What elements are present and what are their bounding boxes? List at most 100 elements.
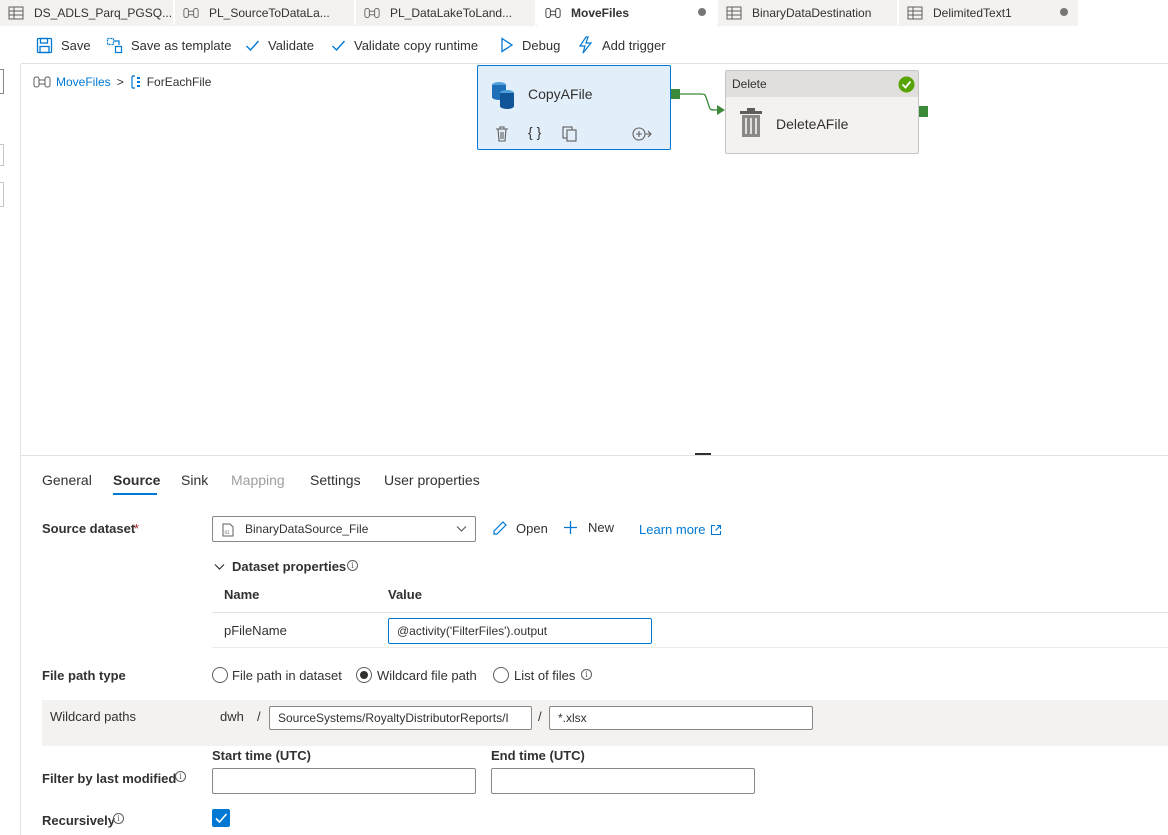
debug-button[interactable]: Debug bbox=[500, 33, 560, 57]
radio-list-of-files[interactable] bbox=[493, 667, 509, 683]
tab-label: DS_ADLS_Parq_PGSQ... bbox=[34, 6, 173, 20]
learn-more-link[interactable]: Learn more bbox=[639, 522, 722, 537]
unsaved-indicator bbox=[1060, 8, 1068, 16]
breadcrumb: MoveFiles > ForEachFile bbox=[33, 73, 211, 91]
new-label: New bbox=[588, 520, 615, 535]
tab-general[interactable]: General bbox=[42, 472, 92, 488]
open-label: Open bbox=[516, 520, 548, 536]
info-icon[interactable]: i bbox=[347, 560, 358, 571]
tab-user-properties[interactable]: User properties bbox=[384, 472, 480, 488]
recursively-checkbox[interactable] bbox=[212, 809, 230, 827]
save-icon bbox=[36, 37, 53, 53]
end-time-label: End time (UTC) bbox=[491, 748, 585, 763]
start-time-input[interactable] bbox=[212, 768, 476, 794]
tab-ds-adls-parq[interactable]: DS_ADLS_Parq_PGSQ... bbox=[0, 0, 174, 26]
delete-activity-name: DeleteAFile bbox=[776, 116, 849, 132]
toolbar-divider bbox=[21, 63, 1168, 64]
tab-label: MoveFiles bbox=[571, 6, 630, 20]
source-dataset-select[interactable]: 01 BinaryDataSource_File bbox=[212, 516, 476, 542]
source-dataset-value: BinaryDataSource_File bbox=[245, 522, 369, 536]
factory-resources-panel-collapsed bbox=[0, 64, 21, 835]
required-mark: * bbox=[134, 521, 140, 536]
radio-file-path-in-dataset[interactable] bbox=[212, 667, 228, 683]
trash-icon bbox=[740, 108, 762, 137]
validate-copy-runtime-label: Validate copy runtime bbox=[354, 37, 479, 53]
table-divider bbox=[212, 647, 1168, 648]
tab-binarydatadestination[interactable]: BinaryDataDestination bbox=[718, 0, 898, 26]
panel-handle[interactable] bbox=[0, 69, 4, 94]
panel-handle[interactable] bbox=[0, 182, 4, 207]
info-icon[interactable]: i bbox=[175, 771, 186, 782]
start-time-label: Start time (UTC) bbox=[212, 748, 311, 763]
plus-icon bbox=[564, 521, 577, 534]
tab-movefiles[interactable]: MoveFiles bbox=[537, 0, 717, 26]
breadcrumb-pipeline-link[interactable]: MoveFiles bbox=[56, 75, 111, 89]
tab-pl-source-to-datalake[interactable]: PL_SourceToDataLa... bbox=[175, 0, 355, 26]
wildcard-folder-input[interactable]: SourceSystems/RoyaltyDistributorReports/… bbox=[269, 706, 532, 730]
pipeline-icon bbox=[364, 8, 380, 18]
foreach-icon bbox=[131, 75, 140, 89]
code-icon[interactable]: { } bbox=[528, 124, 541, 140]
save-button[interactable]: Save bbox=[36, 33, 91, 57]
tab-bar: DS_ADLS_Parq_PGSQ... PL_SourceToDataLa..… bbox=[0, 0, 1168, 26]
copy-activity-name: CopyAFile bbox=[528, 86, 593, 102]
success-connector[interactable] bbox=[679, 88, 727, 118]
pencil-icon bbox=[493, 521, 507, 535]
delete-activity-node[interactable]: Delete DeleteAFile bbox=[725, 70, 919, 154]
file-path-type-label: File path type bbox=[42, 668, 126, 683]
new-dataset-button[interactable]: New bbox=[563, 520, 614, 535]
save-as-template-button[interactable]: Save as template bbox=[106, 33, 231, 57]
wildcard-file-path-label: Wildcard file path bbox=[377, 668, 477, 683]
delete-icon[interactable] bbox=[495, 126, 509, 142]
parameter-value-input[interactable]: @activity('FilterFiles').output bbox=[388, 618, 652, 644]
source-dataset-label: Source dataset bbox=[42, 521, 136, 536]
end-time-input[interactable] bbox=[491, 768, 755, 794]
tab-delimitedtext1[interactable]: DelimitedText1 bbox=[899, 0, 1079, 26]
copy-activity-node[interactable]: CopyAFile { } bbox=[477, 65, 671, 150]
lightning-icon bbox=[578, 36, 593, 54]
active-tab-indicator bbox=[113, 493, 157, 495]
validate-label: Validate bbox=[268, 37, 315, 53]
parameter-name: pFileName bbox=[224, 623, 287, 638]
template-icon bbox=[106, 37, 123, 53]
validate-button[interactable]: Validate bbox=[245, 33, 314, 57]
pipeline-icon bbox=[545, 8, 561, 18]
binary-file-icon: 01 bbox=[222, 523, 234, 537]
pipeline-icon bbox=[183, 8, 199, 18]
tab-mapping: Mapping bbox=[231, 472, 285, 488]
copy-data-icon bbox=[492, 82, 514, 109]
tab-label: BinaryDataDestination bbox=[752, 6, 872, 20]
checkmark-icon bbox=[215, 813, 228, 824]
wildcard-container: dwh bbox=[220, 709, 244, 724]
validate-copy-runtime-button[interactable]: Validate copy runtime bbox=[331, 33, 478, 57]
wildcard-paths-label: Wildcard paths bbox=[50, 709, 136, 724]
info-icon[interactable]: i bbox=[581, 669, 592, 680]
tab-pl-datalake-to-land[interactable]: PL_DataLakeToLand... bbox=[356, 0, 536, 26]
add-trigger-button[interactable]: Add trigger bbox=[577, 33, 666, 57]
tab-sink[interactable]: Sink bbox=[181, 472, 208, 488]
info-icon[interactable]: i bbox=[113, 813, 124, 824]
add-output-icon[interactable] bbox=[631, 126, 653, 142]
debug-label: Debug bbox=[522, 37, 561, 53]
open-dataset-button[interactable]: Open bbox=[492, 520, 548, 536]
dataset-properties-label: Dataset properties bbox=[232, 559, 347, 574]
tab-source[interactable]: Source bbox=[113, 472, 160, 488]
tab-bar-empty bbox=[1079, 0, 1168, 26]
breadcrumb-activity: ForEachFile bbox=[146, 75, 212, 89]
table-icon bbox=[726, 6, 742, 20]
svg-text:01: 01 bbox=[225, 530, 231, 535]
tab-settings[interactable]: Settings bbox=[310, 472, 361, 488]
clone-icon[interactable] bbox=[562, 126, 578, 142]
pipeline-icon bbox=[33, 76, 51, 88]
wildcard-file-input[interactable]: *.xlsx bbox=[549, 706, 813, 730]
dataset-properties-toggle[interactable]: Dataset properties bbox=[214, 559, 346, 574]
success-check-icon bbox=[898, 76, 915, 93]
radio-wildcard-file-path[interactable] bbox=[356, 667, 372, 683]
chevron-down-icon bbox=[214, 563, 225, 570]
save-label: Save bbox=[61, 37, 91, 53]
panel-handle[interactable] bbox=[0, 144, 4, 166]
tab-label: PL_DataLakeToLand... bbox=[390, 6, 513, 20]
delete-output-port[interactable] bbox=[919, 106, 928, 117]
tab-label: DelimitedText1 bbox=[933, 6, 1012, 20]
path-separator: / bbox=[538, 709, 542, 724]
